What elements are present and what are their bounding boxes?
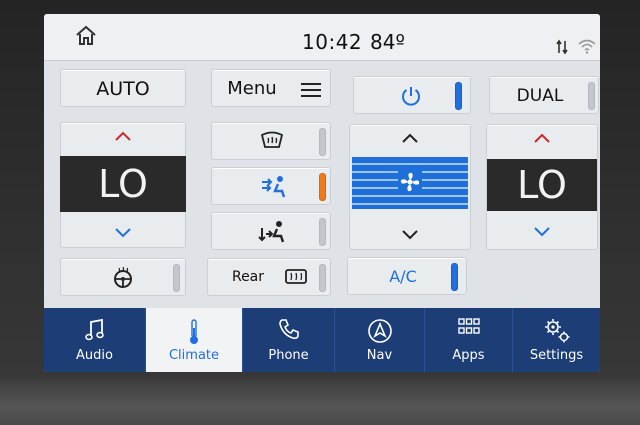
fan-icon bbox=[398, 170, 422, 194]
nav-settings[interactable]: Settings bbox=[513, 308, 600, 372]
home-icon[interactable] bbox=[74, 24, 98, 48]
front-defrost-button[interactable] bbox=[211, 122, 331, 160]
thermometer-icon bbox=[190, 319, 198, 344]
fan-up-icon[interactable] bbox=[401, 133, 419, 143]
dual-indicator bbox=[588, 82, 595, 110]
rear-defrost-indicator bbox=[319, 264, 326, 292]
nav-arrow-icon bbox=[367, 319, 392, 343]
signal-icon bbox=[556, 39, 568, 55]
screen: 10:42 84º AUTO LO Menu Rear A/C DUAL LO … bbox=[44, 14, 600, 372]
bottom-nav: Audio Climate Phone Nav Apps Settings bbox=[44, 308, 600, 372]
heated-steering-icon bbox=[114, 266, 132, 288]
left-temp-up-icon[interactable] bbox=[114, 131, 132, 141]
nav-climate[interactable]: Climate bbox=[146, 308, 243, 372]
power-button[interactable] bbox=[353, 76, 471, 114]
right-temp-display: LO bbox=[487, 159, 597, 211]
airflow-upper-button[interactable] bbox=[211, 167, 331, 205]
nav-audio[interactable]: Audio bbox=[44, 308, 146, 372]
fan-speed-display bbox=[352, 157, 468, 209]
wifi-icon bbox=[578, 39, 596, 54]
fan-speed-control[interactable] bbox=[349, 124, 471, 250]
power-icon bbox=[402, 87, 420, 106]
left-temp-display: LO bbox=[60, 156, 186, 212]
right-temp-control[interactable]: LO bbox=[486, 124, 598, 250]
airflow-upper-indicator bbox=[319, 173, 326, 201]
rear-defrost-button[interactable]: Rear bbox=[207, 258, 331, 296]
dual-button[interactable]: DUAL bbox=[489, 76, 599, 114]
ac-indicator bbox=[451, 263, 458, 291]
airflow-lower-button[interactable] bbox=[211, 212, 331, 250]
right-temp-down-icon[interactable] bbox=[533, 227, 551, 237]
menu-icon bbox=[301, 83, 321, 97]
outside-temperature: 84º bbox=[370, 30, 405, 54]
gears-icon bbox=[544, 319, 569, 343]
phone-icon bbox=[278, 319, 299, 340]
front-defrost-indicator bbox=[319, 128, 326, 156]
clock: 10:42 bbox=[302, 30, 363, 54]
apps-grid-icon bbox=[457, 318, 480, 334]
power-indicator bbox=[455, 82, 462, 110]
left-temp-down-icon[interactable] bbox=[114, 228, 132, 238]
ac-button[interactable]: A/C bbox=[347, 257, 467, 295]
left-temp-control[interactable]: LO bbox=[60, 122, 186, 248]
bezel-lower bbox=[0, 378, 640, 425]
music-note-icon bbox=[84, 318, 104, 341]
airflow-upper-icon bbox=[262, 176, 286, 198]
status-bar: 10:42 84º bbox=[44, 14, 600, 61]
right-temp-up-icon[interactable] bbox=[533, 133, 551, 143]
nav-apps[interactable]: Apps bbox=[425, 308, 513, 372]
menu-button[interactable]: Menu bbox=[211, 69, 331, 107]
nav-phone[interactable]: Phone bbox=[243, 308, 335, 372]
rear-defrost-icon bbox=[285, 269, 307, 284]
front-defrost-icon bbox=[260, 131, 284, 148]
fan-down-icon[interactable] bbox=[401, 230, 419, 240]
airflow-lower-indicator bbox=[319, 218, 326, 246]
nav-nav[interactable]: Nav bbox=[335, 308, 425, 372]
auto-button[interactable]: AUTO bbox=[60, 69, 186, 107]
airflow-lower-icon bbox=[258, 221, 285, 243]
